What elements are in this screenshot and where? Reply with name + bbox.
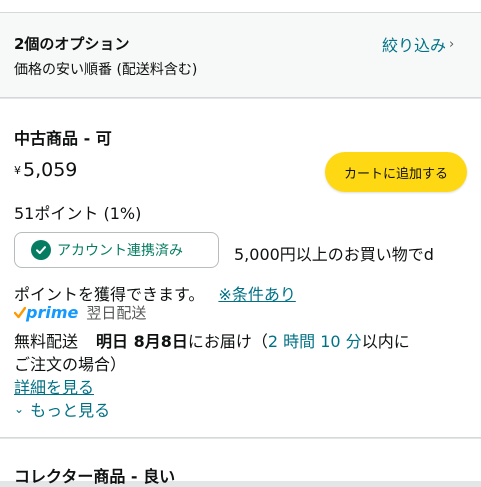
prime-word: prime bbox=[26, 303, 79, 322]
delivery-suffix: にお届け（ bbox=[187, 332, 268, 351]
currency-symbol: ¥ bbox=[14, 164, 21, 177]
check-circle-icon bbox=[31, 240, 51, 260]
offer-price: ¥ 5,059 bbox=[14, 159, 77, 181]
dpoint-promo-text: 5,000円以上のお買い物でd bbox=[234, 245, 434, 264]
prime-check-icon bbox=[14, 306, 26, 318]
prime-delivery-row: prime 翌日配送 bbox=[14, 302, 146, 323]
delivery-date: 明日 8月8日 bbox=[96, 332, 188, 351]
offer-card: 中古商品 - 可 ¥ 5,059 カートに追加する 51ポイント (1%) アカ… bbox=[0, 99, 481, 438]
points-label: 51ポイント (1%) bbox=[14, 204, 142, 223]
prime-logo: prime bbox=[14, 303, 78, 322]
next-day-label: 翌日配送 bbox=[86, 304, 147, 322]
price-amount: 5,059 bbox=[23, 159, 78, 181]
shipping-row: 無料配送 明日 8月8日にお届け（2 時間 10 分以内に bbox=[14, 328, 410, 352]
top-strip bbox=[0, 0, 481, 13]
show-more-label: もっと見る bbox=[30, 401, 111, 420]
show-more-button[interactable]: ⌄ もっと見る bbox=[14, 397, 110, 421]
details-link[interactable]: 詳細を見る bbox=[14, 374, 94, 398]
account-linked-badge: アカウント連携済み bbox=[14, 232, 219, 268]
options-count-title: 2個のオプション bbox=[14, 35, 130, 53]
conditions-link[interactable]: ※条件あり bbox=[218, 285, 295, 304]
free-shipping-label: 無料配送 bbox=[14, 332, 79, 351]
offer-card-2: コレクター商品 - 良い bbox=[0, 439, 481, 486]
within-suffix: 以内に bbox=[361, 332, 410, 351]
chevron-right-icon: › bbox=[449, 36, 455, 52]
options-header: 2個のオプション 価格の安い順番 (配送料含む) 絞り込み › bbox=[0, 13, 481, 98]
filter-button[interactable]: 絞り込み › bbox=[382, 32, 454, 56]
offer-condition: 中古商品 - 可 bbox=[14, 129, 112, 148]
chevron-down-icon: ⌄ bbox=[14, 402, 25, 416]
filter-label: 絞り込み bbox=[382, 36, 447, 55]
sort-order-label: 価格の安い順番 (配送料含む) bbox=[14, 62, 198, 78]
order-countdown: 2 時間 10 分 bbox=[267, 332, 362, 351]
order-note: ご注文の場合） bbox=[14, 355, 127, 374]
add-to-cart-button[interactable]: カートに追加する bbox=[325, 152, 467, 192]
offer-condition-2: コレクター商品 - 良い bbox=[14, 467, 176, 486]
account-linked-label: アカウント連携済み bbox=[57, 243, 183, 259]
